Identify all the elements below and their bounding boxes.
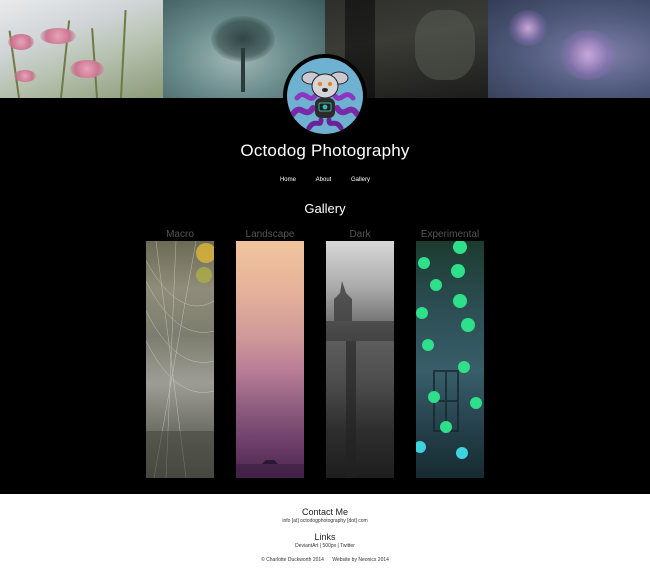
gallery-photo-dark[interactable] bbox=[326, 241, 394, 478]
gallery-label-dark[interactable]: Dark bbox=[326, 229, 394, 241]
page-title: Gallery bbox=[304, 201, 346, 216]
gallery-photo-experimental[interactable] bbox=[416, 241, 484, 478]
credit-text: Website by Neonics 2014 bbox=[332, 557, 389, 563]
gallery-photo-landscape[interactable] bbox=[236, 241, 304, 478]
main-nav: Home About Gallery bbox=[0, 177, 650, 183]
gallery-label-experimental[interactable]: Experimental bbox=[416, 229, 484, 241]
contact-email: info [at] octodogphotography [dot] com bbox=[282, 518, 368, 524]
gallery-label-macro[interactable]: Macro bbox=[146, 229, 214, 241]
gallery-grid: Macro Landscape Dark Experimental bbox=[146, 229, 486, 479]
links-heading: Links bbox=[314, 532, 336, 542]
contact-heading: Contact Me bbox=[301, 507, 349, 517]
link-twitter[interactable]: Twitter bbox=[340, 543, 355, 549]
gallery-photo-macro[interactable] bbox=[146, 241, 214, 478]
gallery-label-landscape[interactable]: Landscape bbox=[236, 229, 304, 241]
gallery-item-macro[interactable]: Macro bbox=[146, 229, 214, 478]
gallery-item-landscape[interactable]: Landscape bbox=[236, 229, 304, 478]
nav-item-about[interactable]: About bbox=[316, 177, 332, 183]
link-500px[interactable]: 500px bbox=[323, 543, 337, 549]
gallery-item-experimental[interactable]: Experimental bbox=[416, 229, 484, 478]
nav-item-home[interactable]: Home bbox=[280, 177, 296, 183]
gallery-item-dark[interactable]: Dark bbox=[326, 229, 394, 478]
footer-links: DeviantArt | 500px | Twitter bbox=[0, 543, 650, 549]
link-deviantart[interactable]: DeviantArt bbox=[295, 543, 318, 549]
site-footer: Contact Me info [at] octodogphotography … bbox=[0, 494, 650, 568]
footer-credits: © Charlotte Duckworth 2014 Website by Ne… bbox=[0, 557, 650, 563]
site-title: Octodog Photography bbox=[240, 141, 410, 160]
site-logo[interactable] bbox=[283, 54, 367, 138]
banner-photo-purple-flowers bbox=[487, 0, 650, 98]
octodog-mascot-image bbox=[287, 58, 363, 134]
nav-item-gallery[interactable]: Gallery bbox=[351, 177, 370, 183]
banner-photo-flowers bbox=[0, 0, 163, 98]
copyright-text: © Charlotte Duckworth 2014 bbox=[261, 557, 324, 563]
